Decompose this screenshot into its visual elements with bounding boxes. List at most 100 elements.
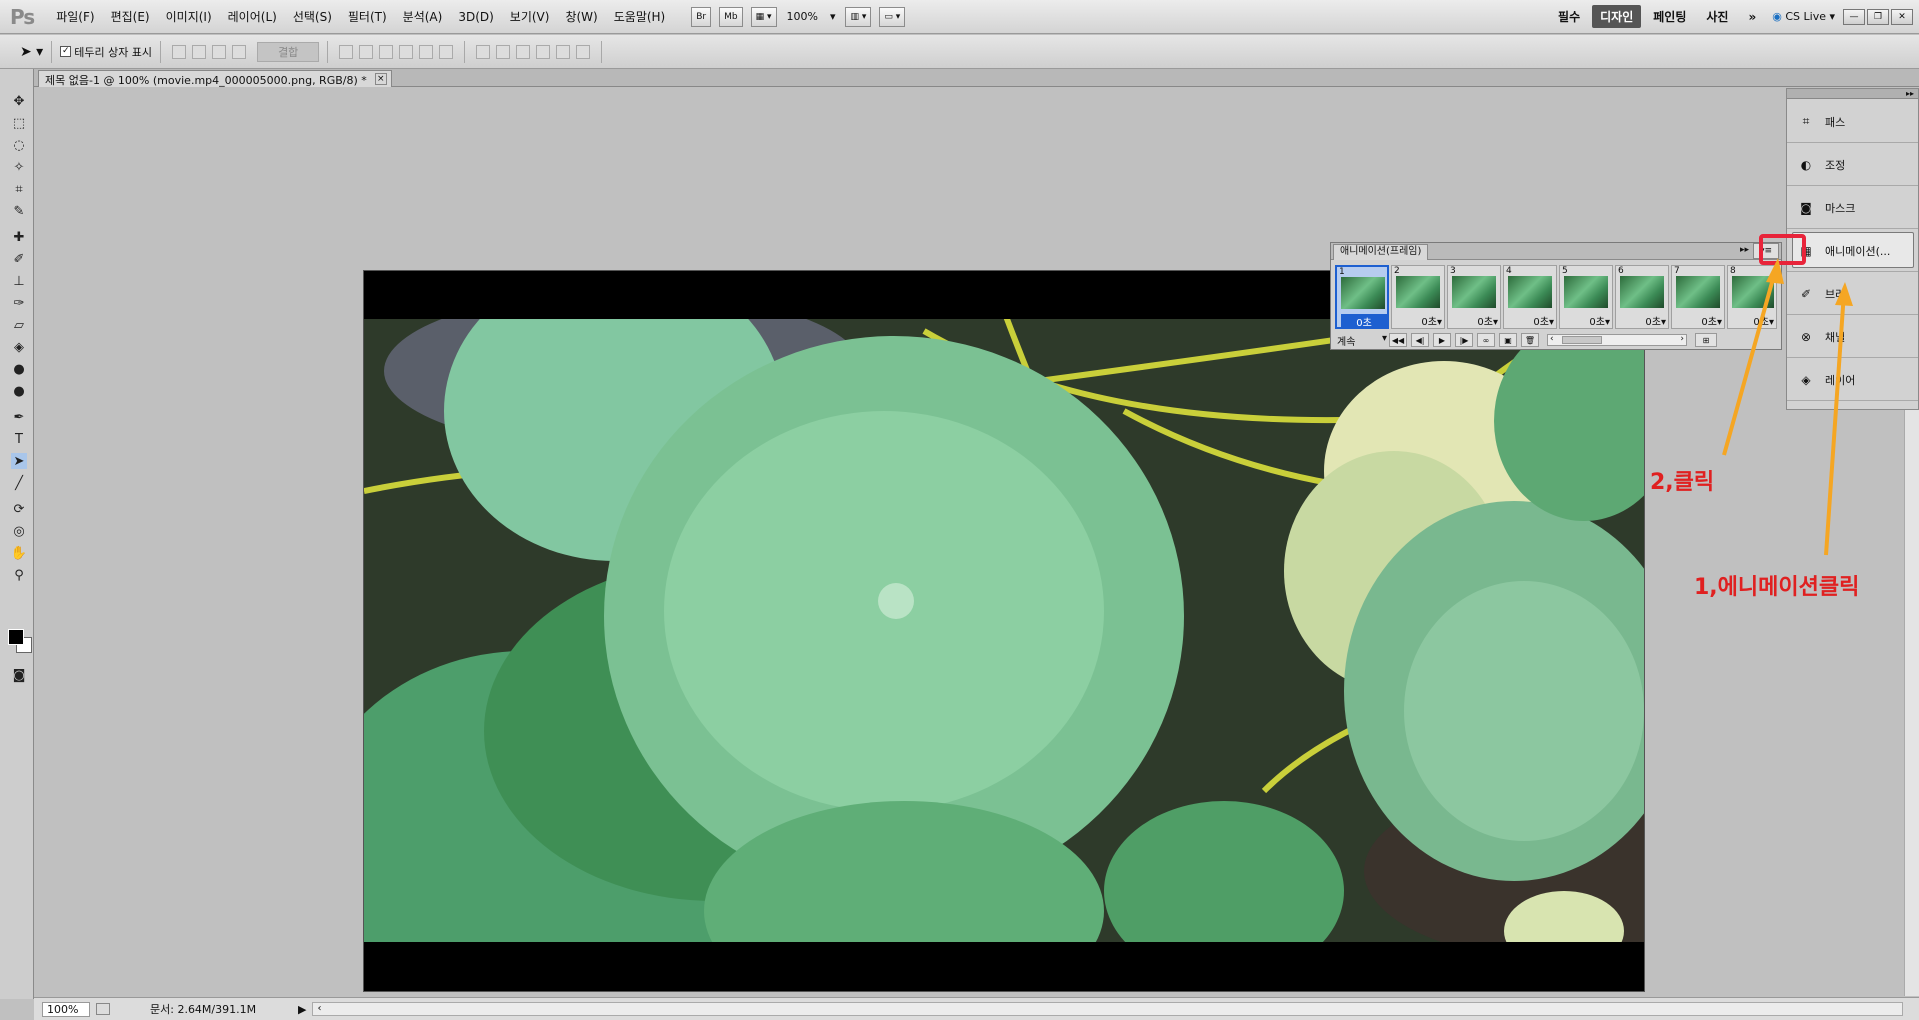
play-icon[interactable]: ▶ [1433,333,1451,347]
path-selection-tool-icon[interactable]: ➤ [11,453,27,469]
dodge-tool-icon[interactable]: ● [11,383,27,399]
scroll-left-icon[interactable]: ‹ [317,1003,321,1014]
3d-rotate-tool-icon[interactable]: ⟳ [11,501,27,517]
3d-orbit-tool-icon[interactable]: ◎ [11,523,27,539]
blur-tool-icon[interactable]: ● [11,361,27,377]
panel-channels[interactable]: ⊗ 채널 [1787,316,1918,358]
workspace-painting[interactable]: 페인팅 [1645,5,1694,28]
minimize-icon[interactable]: — [1843,8,1865,25]
move-tool-icon[interactable]: ✥ [11,93,27,109]
loop-dropdown[interactable]: 계속 ▾ [1337,333,1387,348]
tween-icon[interactable]: ∞ [1477,333,1495,347]
timeline-toggle-icon[interactable]: ⊞ [1695,333,1717,347]
align-vcenter-icon[interactable] [359,44,374,59]
shape-tool-icon[interactable]: ╱ [11,475,27,491]
hand-tool-icon[interactable]: ✋ [11,545,27,561]
panel-masks[interactable]: ◙ 마스크 [1787,187,1918,229]
status-menu-icon[interactable]: ▶ [298,1003,306,1016]
eraser-tool-icon[interactable]: ▱ [11,317,27,333]
close-icon[interactable]: × [374,73,387,85]
workspace-more-icon[interactable]: » [1740,7,1764,27]
distribute-bottom-icon[interactable] [516,44,531,59]
combine-button[interactable]: 결합 [257,41,320,62]
scroll-left-icon[interactable]: ‹ [1550,334,1554,344]
animation-frame[interactable]: 7 0초▾ [1671,265,1725,329]
lasso-tool-icon[interactable]: ◌ [11,137,27,153]
frame-delay[interactable]: 0초▾ [1564,313,1610,328]
document-tab[interactable]: 제목 없음-1 @ 100% (movie.mp4_000005000.png,… [38,70,392,87]
animation-frame[interactable]: 8 0초▾ [1727,265,1777,329]
workspace-design[interactable]: 디자인 [1592,5,1642,28]
animation-frame[interactable]: 3 0초▾ [1447,265,1501,329]
frame-delay[interactable]: 0초▾ [1676,313,1722,328]
panel-layers[interactable]: ◈ 레이어 [1787,359,1918,401]
workspace-essentials[interactable]: 필수 [1550,5,1588,28]
document-canvas[interactable] [364,271,1644,991]
animation-frame[interactable]: 4 0초▾ [1503,265,1557,329]
frame-delay[interactable]: 0초▾ [1620,313,1666,328]
bridge-button[interactable]: Br [691,6,712,27]
distribute-top-icon[interactable] [476,44,491,59]
panel-brushes[interactable]: ✐ 브러 [1787,273,1918,315]
menu-filter[interactable]: 필터(T) [340,8,395,25]
view-extras-button[interactable]: ▦ ▾ [750,6,777,27]
exclude-shape-icon[interactable] [232,44,247,59]
zoom-level[interactable]: 100% [787,10,818,23]
arrange-documents-button[interactable]: ▥ ▾ [845,6,872,27]
brush-tool-icon[interactable]: ✐ [11,251,27,267]
align-hcenter-icon[interactable] [419,44,434,59]
menu-file[interactable]: 파일(F) [48,8,102,25]
first-frame-icon[interactable]: ◀◀ [1389,333,1407,347]
frame-delay[interactable]: 0초▾ [1452,313,1498,328]
quick-mask-icon[interactable]: ◙ [11,667,27,683]
animation-frame[interactable]: 6 0초▾ [1615,265,1669,329]
menu-image[interactable]: 이미지(I) [158,8,220,25]
align-top-icon[interactable] [339,44,354,59]
distribute-hcenter-icon[interactable] [556,44,571,59]
menu-view[interactable]: 보기(V) [502,8,558,25]
menu-window[interactable]: 창(W) [557,8,605,25]
distribute-right-icon[interactable] [576,44,591,59]
minibridge-button[interactable]: Mb [719,6,743,27]
frame-delay[interactable]: 0초▾ [1396,313,1442,328]
menu-edit[interactable]: 편집(E) [103,8,158,25]
scroll-right-icon[interactable]: › [1680,334,1684,344]
align-right-icon[interactable] [439,44,454,59]
add-shape-icon[interactable] [172,44,187,59]
workspace-photography[interactable]: 사진 [1698,5,1736,28]
type-tool-icon[interactable]: T [11,431,27,447]
close-icon[interactable]: ✕ [1891,8,1913,25]
marquee-tool-icon[interactable]: ⬚ [11,115,27,131]
frames-scrollbar[interactable]: ‹ › [1547,334,1687,346]
menu-select[interactable]: 선택(S) [285,8,340,25]
animation-frame[interactable]: 1 0초 [1335,265,1389,329]
duplicate-frame-icon[interactable]: ▣ [1499,333,1517,347]
show-transform-checkbox[interactable]: ✓ 테두리 상자 표시 [60,44,152,60]
menu-3d[interactable]: 3D(D) [450,10,501,24]
screen-mode-button[interactable]: ▭ ▾ [879,6,906,27]
intersect-shape-icon[interactable] [212,44,227,59]
align-bottom-icon[interactable] [379,44,394,59]
animation-frame[interactable]: 2 0초▾ [1391,265,1445,329]
move-tool-icon[interactable]: ➤ ▾ [20,44,43,60]
panel-adjustments[interactable]: ◐ 조정 [1787,144,1918,186]
menu-analysis[interactable]: 분석(A) [395,8,451,25]
distribute-left-icon[interactable] [536,44,551,59]
previous-frame-icon[interactable]: ◀| [1411,333,1429,347]
eyedropper-tool-icon[interactable]: ✎ [11,203,27,219]
zoom-dropdown-icon[interactable]: ▾ [830,10,836,23]
menu-help[interactable]: 도움말(H) [606,8,674,25]
foreground-color-swatch[interactable] [8,629,24,645]
align-left-icon[interactable] [399,44,414,59]
zoom-tool-icon[interactable]: ⚲ [11,567,27,583]
animation-panel-tab[interactable]: 애니메이션(프레임) [1333,244,1429,260]
status-zoom-field[interactable]: 100% [42,1001,90,1017]
frame-delay[interactable]: 0초▾ [1732,313,1774,328]
healing-brush-tool-icon[interactable]: ✚ [11,229,27,245]
restore-icon[interactable]: ❐ [1867,8,1889,25]
collapse-panel-icon[interactable]: ▸▸ [1740,245,1749,255]
subtract-shape-icon[interactable] [192,44,207,59]
panel-paths[interactable]: ⌗ 패스 [1787,101,1918,143]
quick-select-tool-icon[interactable]: ✧ [11,159,27,175]
animation-frame[interactable]: 5 0초▾ [1559,265,1613,329]
